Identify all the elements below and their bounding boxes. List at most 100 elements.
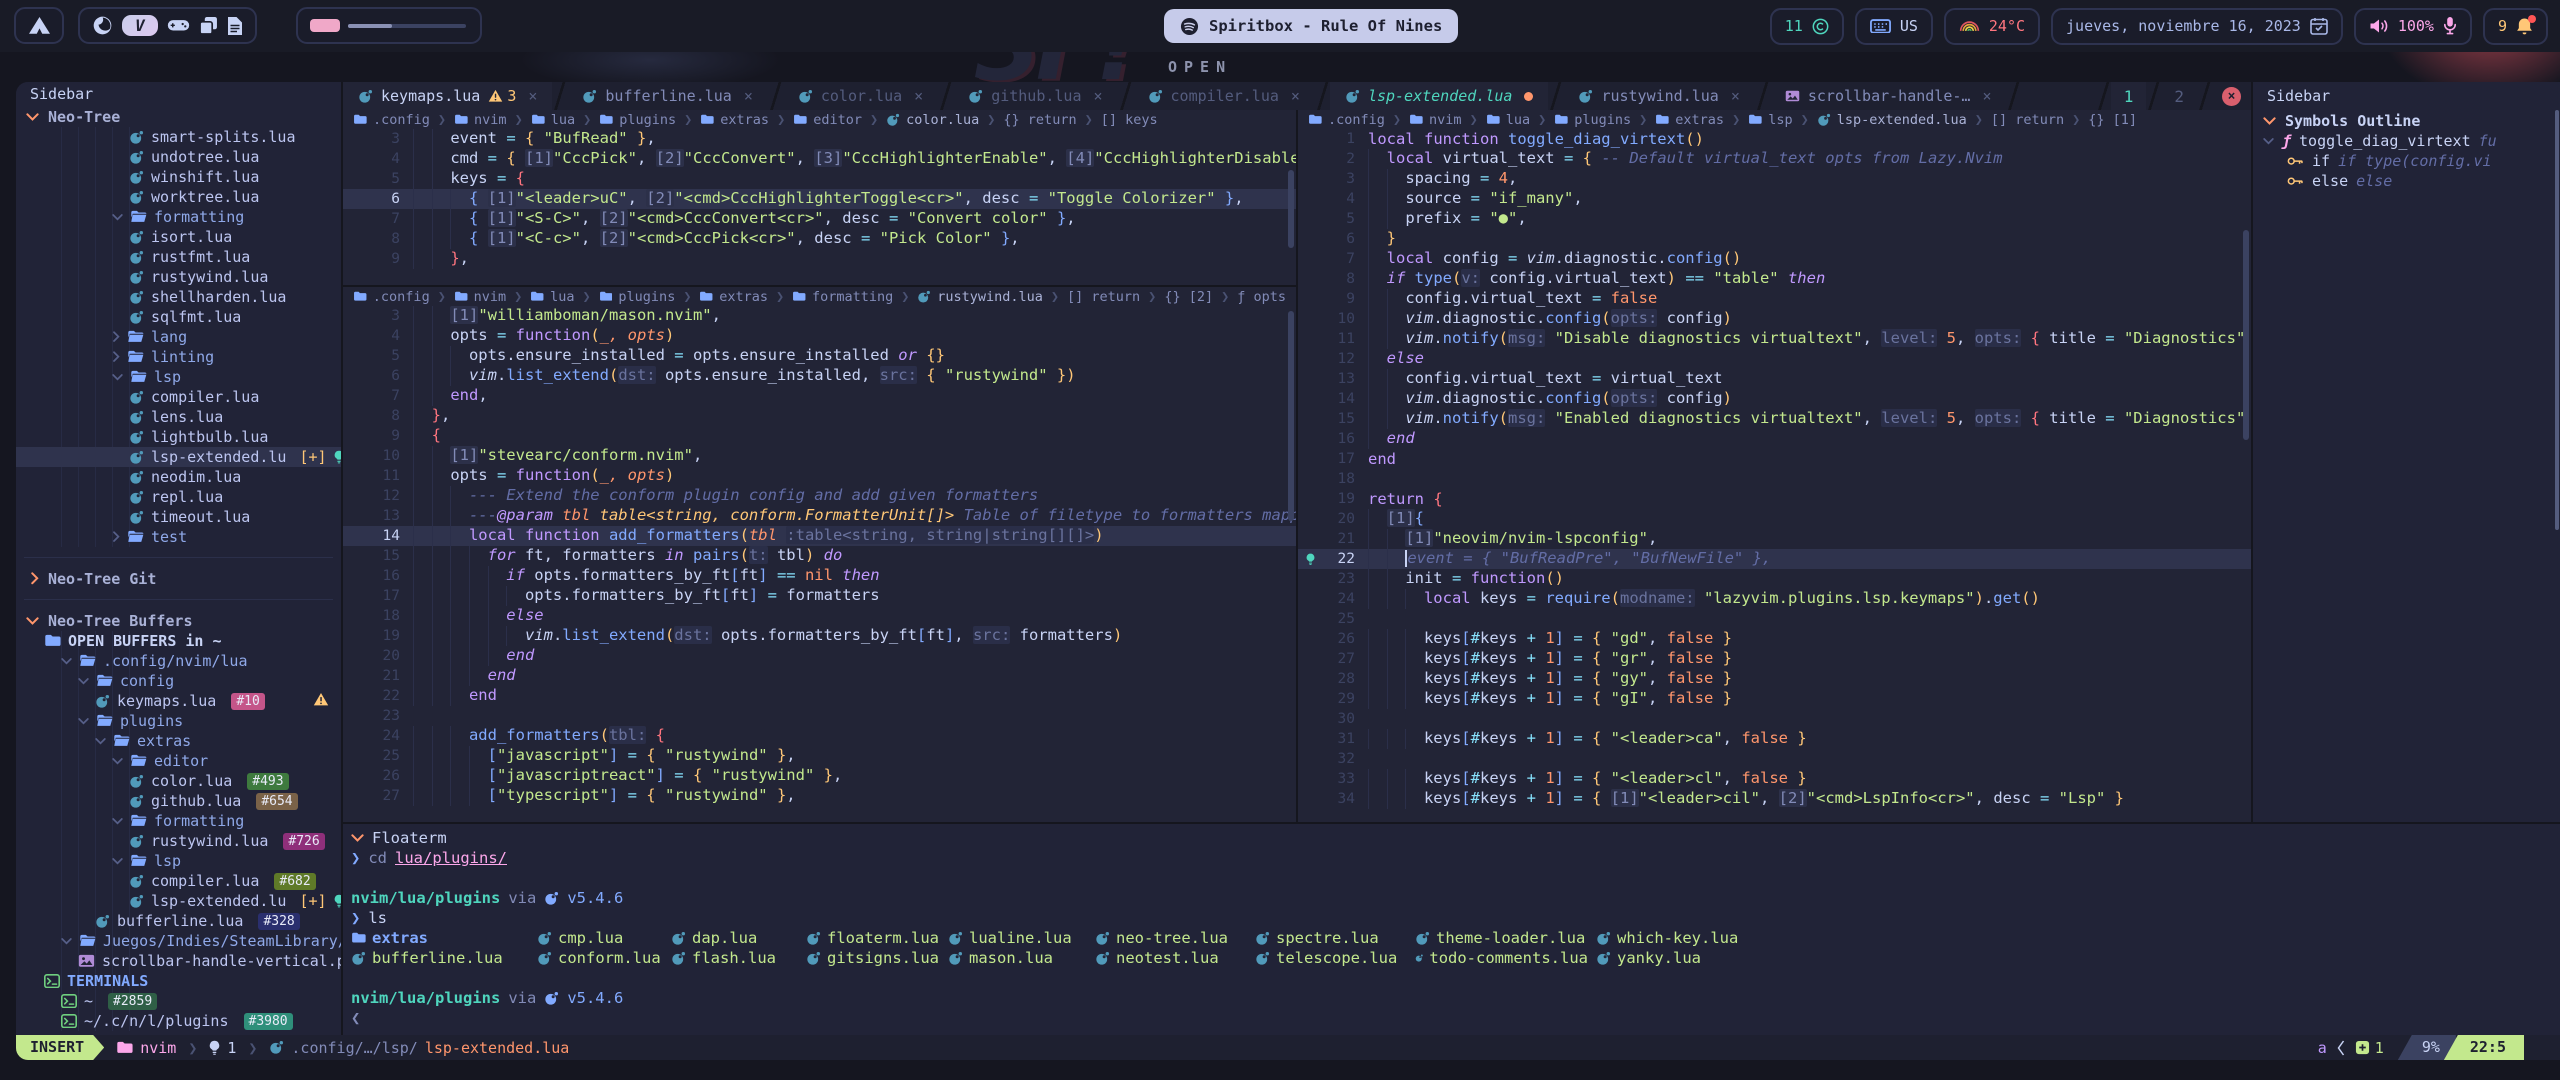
tree-item[interactable]: winshift.lua [16, 167, 341, 187]
tab-close-button[interactable]: × [914, 87, 923, 105]
keyboard-layout-widget[interactable]: US [1855, 8, 1933, 45]
tab-close-button[interactable]: × [1291, 87, 1300, 105]
tree-item[interactable]: lens.lua [16, 407, 341, 427]
tree-item[interactable]: sqlfmt.lua [16, 307, 341, 327]
tree-item[interactable]: bufferline.lua#328 [16, 911, 341, 931]
tab-close-button[interactable]: × [1731, 87, 1740, 105]
tree-item[interactable]: lsp [16, 851, 341, 871]
tree-item[interactable]: compiler.lua#682 [16, 871, 341, 891]
launcher-button[interactable] [14, 7, 64, 44]
symbols-outline-header[interactable]: Symbols Outline [2253, 110, 2560, 131]
tree-item[interactable]: neodim.lua [16, 467, 341, 487]
gamepad-icon[interactable] [167, 18, 190, 33]
audio-widget[interactable]: 100% [2354, 8, 2472, 45]
tree-item[interactable]: timeout.lua [16, 507, 341, 527]
outline-item[interactable]: ƒtoggle_diag_virtextfu [2253, 131, 2560, 151]
tree-item[interactable]: lsp-extended.lu[+] [16, 891, 341, 911]
tree-item[interactable]: lsp-extended.lu[+] [16, 447, 341, 467]
tabpage-2[interactable]: 2 [2161, 82, 2197, 110]
tree-item[interactable]: color.lua#493 [16, 771, 341, 791]
floaterm-panel[interactable]: Floaterm ❯ cd lua/plugins/ nvim/lua/plug… [343, 822, 2560, 1035]
tree-item[interactable]: formatting [16, 207, 341, 227]
document-icon[interactable] [227, 16, 243, 36]
clock-widget[interactable]: jueves, noviembre 16, 2023 [2051, 8, 2343, 45]
breadcrumb-folder-icon [530, 291, 544, 302]
editor-pane-color-lua[interactable]: .config❯nvim❯lua❯plugins❯extras❯editor❯c… [343, 110, 1296, 287]
neotree-section-header[interactable]: Neo-Tree [16, 106, 341, 127]
tab-github-lua[interactable]: github.lua × [953, 82, 1117, 110]
weather-widget[interactable]: 24°C [1944, 8, 2040, 45]
lua-file-icon [1095, 931, 1110, 946]
updates-widget[interactable]: 11 [1770, 8, 1844, 45]
scrollbar[interactable] [1288, 311, 1294, 521]
tree-item[interactable]: rustywind.lua [16, 267, 341, 287]
tab-close-button[interactable]: × [1982, 87, 1991, 105]
notification-count: 9 [2498, 17, 2507, 35]
firefox-icon[interactable] [92, 15, 113, 36]
media-slider[interactable] [296, 7, 482, 44]
tree-item[interactable]: rustfmt.lua [16, 247, 341, 267]
tab-compiler-lua[interactable]: compiler.lua× [1133, 82, 1315, 110]
tree-item[interactable]: Juegos/Indies/SteamLibrary/st [16, 931, 341, 951]
outline-item[interactable]: elseelse [2253, 171, 2560, 191]
tree-item[interactable]: scrollbar-handle-vertical.p [16, 951, 341, 971]
tree-item[interactable]: linting [16, 347, 341, 367]
scrollbar[interactable] [2243, 230, 2249, 440]
tree-item[interactable]: TERMINALS [16, 971, 341, 991]
outline-item[interactable]: ifif type(config.vi [2253, 151, 2560, 171]
close-all-button[interactable]: × [2222, 87, 2241, 106]
tree-item[interactable]: plugins [16, 711, 341, 731]
tree-item[interactable]: extras [16, 731, 341, 751]
tab-lsp-extended-lua[interactable]: lsp-extended.lua [1330, 82, 1549, 110]
tree-item[interactable]: lsp [16, 367, 341, 387]
neo-tree-sidebar[interactable]: Sidebar Neo-Tree smart-splits.luaundotre… [16, 82, 343, 1035]
ls-output-row: bufferline.luaconform.luaflash.luagitsig… [351, 948, 2560, 968]
tab-keymaps-lua[interactable]: keymaps.lua3× [343, 82, 552, 110]
tree-item[interactable]: formatting [16, 811, 341, 831]
tab-label: github.lua [991, 87, 1081, 105]
speaker-icon [2369, 18, 2389, 34]
slider-track[interactable] [348, 24, 466, 28]
breadcrumb-folder-icon [792, 291, 806, 302]
tree-item[interactable]: test [16, 527, 341, 547]
slider-knob[interactable] [310, 19, 340, 32]
tree-item[interactable]: github.lua#654 [16, 791, 341, 811]
tab-rustywind-lua[interactable]: rustywind.lua× [1563, 82, 1754, 110]
tab-close-button[interactable]: × [1094, 87, 1103, 105]
tree-item[interactable]: isort.lua [16, 227, 341, 247]
tab-close-button[interactable]: × [744, 87, 753, 105]
tree-item[interactable]: keymaps.lua#10 [16, 691, 341, 711]
outline-scrollbar[interactable] [2555, 110, 2559, 530]
tree-item[interactable]: undotree.lua [16, 147, 341, 167]
neotree-git-header[interactable]: Neo-Tree Git [16, 568, 341, 589]
neovim-app-button[interactable]: V [122, 15, 158, 36]
editor-pane-lsp-extended-lua[interactable]: .config❯nvim❯lua❯plugins❯extras❯lsp❯lsp-… [1298, 110, 2251, 822]
notifications-widget[interactable]: 9 [2483, 8, 2548, 45]
tree-item[interactable]: ~/.c/n/l/plugins#3980 [16, 1011, 341, 1031]
tree-item[interactable]: .config/nvim/lua [16, 651, 341, 671]
breadcrumb: .config❯nvim❯lua❯plugins❯extras❯formatti… [343, 287, 1296, 306]
tree-item[interactable]: shellharden.lua [16, 287, 341, 307]
tab-bufferline-lua[interactable]: bufferline.lua× [567, 82, 767, 110]
tab-scrollbar-handle-[interactable]: scrollbar-handle-…× [1770, 82, 2007, 110]
tree-item[interactable]: worktree.lua [16, 187, 341, 207]
tree-item[interactable]: rustywind.lua#726 [16, 831, 341, 851]
tree-item[interactable]: editor [16, 751, 341, 771]
editor-pane-rustywind-lua[interactable]: .config❯nvim❯lua❯plugins❯extras❯formatti… [343, 287, 1296, 822]
tree-item[interactable]: repl.lua [16, 487, 341, 507]
symbols-outline-panel[interactable]: Sidebar Symbols Outline ƒtoggle_diag_vir… [2251, 82, 2560, 822]
tree-item[interactable]: lang [16, 327, 341, 347]
windows-icon[interactable] [199, 16, 218, 35]
tree-item[interactable]: lightbulb.lua [16, 427, 341, 447]
tab-color-lua[interactable]: color.lua× [783, 82, 938, 110]
neotree-buffers-header[interactable]: Neo-Tree Buffers [16, 610, 341, 631]
tab-close-button[interactable]: × [528, 87, 537, 105]
tabpage-1[interactable]: 1 [2111, 82, 2147, 110]
tree-item[interactable]: compiler.lua [16, 387, 341, 407]
tree-item[interactable]: ~#2859 [16, 991, 341, 1011]
tree-item[interactable]: config [16, 671, 341, 691]
now-playing-widget[interactable]: Spiritbox - Rule Of Nines [1164, 9, 1458, 43]
tree-item[interactable]: smart-splits.lua [16, 127, 341, 147]
scrollbar[interactable] [1288, 170, 1294, 248]
tree-item[interactable]: OPEN BUFFERS in ~ [16, 631, 341, 651]
